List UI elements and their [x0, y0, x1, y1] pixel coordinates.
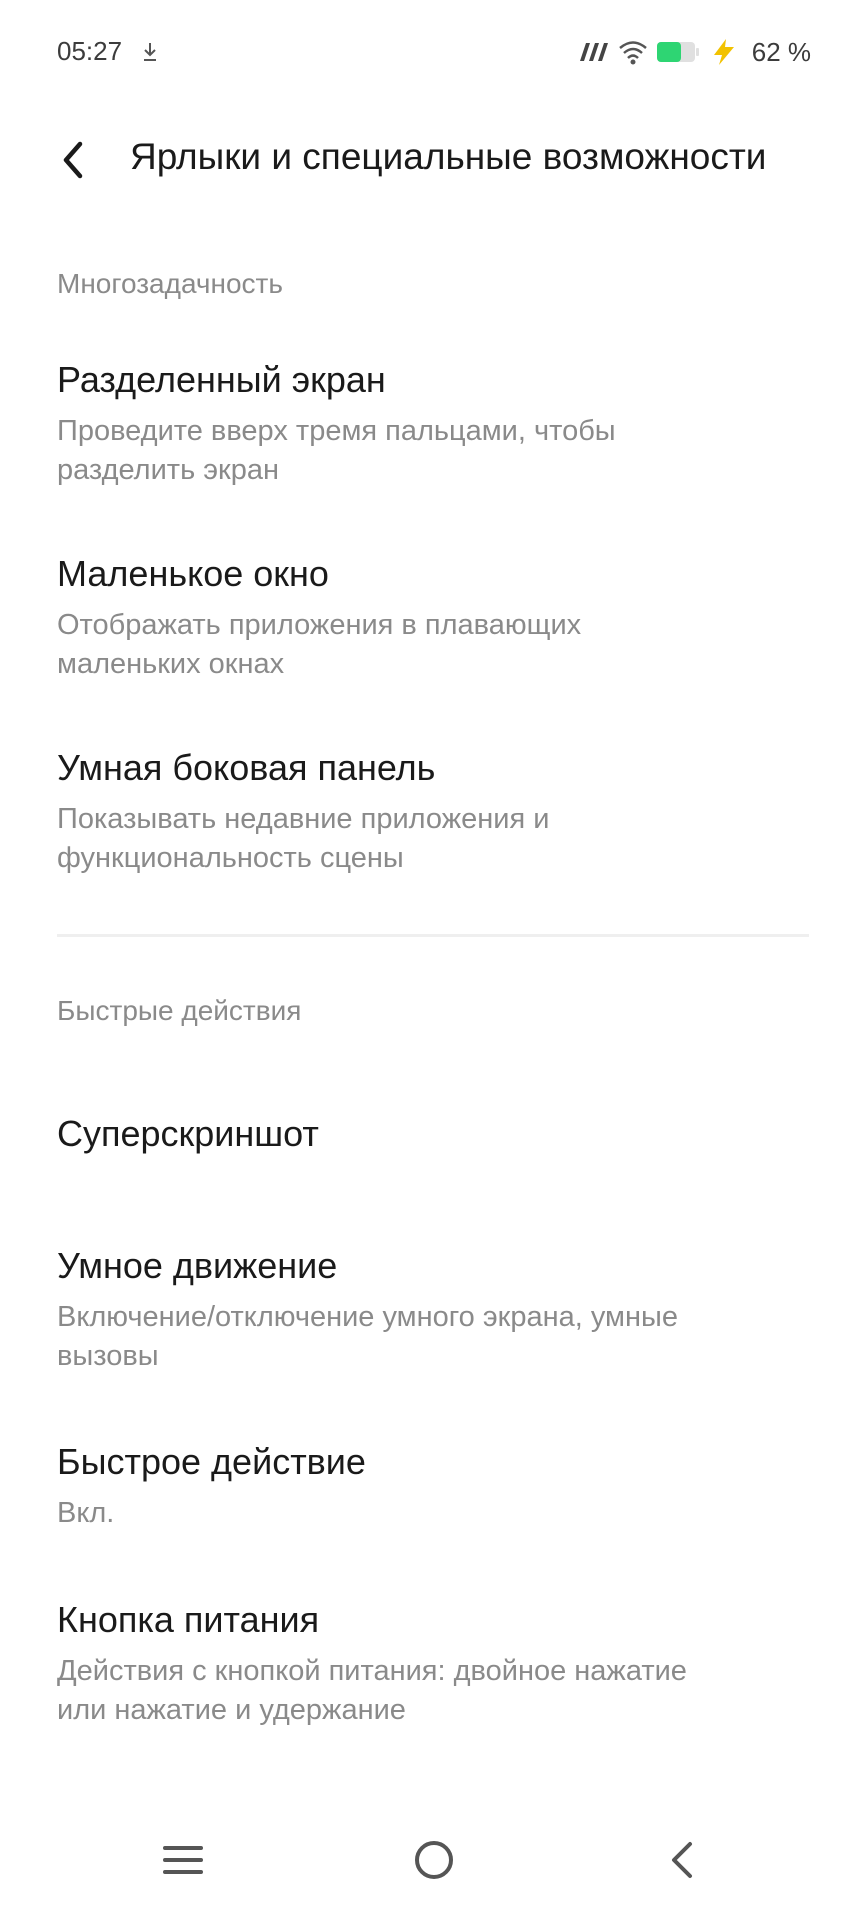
quick-action-item[interactable]: Быстрое действие Вкл. — [57, 1440, 817, 1533]
item-title: Разделенный экран — [57, 359, 386, 400]
status-time: 05:27 — [57, 36, 123, 66]
item-subtitle-line: Показывать недавние приложения и — [57, 803, 550, 835]
item-subtitle-line: Включение/отключение умного экрана, умны… — [57, 1301, 678, 1333]
item-subtitle: Включение/отключение умного экрана, умны… — [57, 1298, 817, 1376]
status-icons: 62 % — [576, 34, 811, 70]
home-button[interactable] — [394, 1820, 474, 1900]
item-subtitle-line: Действия с кнопкой питания: двойное нажа… — [57, 1655, 687, 1687]
item-subtitle: Показывать недавние приложения и функцио… — [57, 800, 817, 878]
item-subtitle-line: маленьких окнах — [57, 648, 285, 680]
battery-percentage: 62 % — [751, 36, 811, 67]
super-screenshot-item[interactable]: Суперскриншот — [57, 1112, 817, 1156]
item-title: Умная боковая панель — [57, 747, 436, 788]
item-subtitle-line: Отображать приложения в плавающих — [57, 609, 582, 641]
item-subtitle-line: вызовы — [57, 1340, 159, 1372]
chevron-left-icon — [63, 141, 83, 179]
nav-back-button[interactable] — [642, 1820, 722, 1900]
home-icon — [415, 1841, 453, 1879]
back-button[interactable] — [48, 132, 96, 188]
battery-icon — [656, 42, 699, 62]
item-subtitle: Вкл. — [57, 1494, 817, 1533]
settings-screen: 05:27 62 % Ярлыки и специальные возможно… — [0, 0, 867, 1920]
item-subtitle-line: Проведите вверх тремя пальцами, чтобы — [57, 415, 616, 447]
section-header-multitasking: Многозадачность — [57, 268, 283, 299]
item-title: Умное движение — [57, 1245, 338, 1286]
back-icon — [672, 1842, 692, 1878]
status-bar: 05:27 62 % — [0, 0, 867, 100]
section-header-quick-actions: Быстрые действия — [57, 995, 302, 1026]
power-button-item[interactable]: Кнопка питания Действия с кнопкой питани… — [57, 1598, 817, 1730]
item-subtitle: Проведите вверх тремя пальцами, чтобы ра… — [57, 412, 817, 490]
item-title: Суперскриншот — [57, 1113, 319, 1154]
wifi-icon — [618, 41, 647, 65]
item-subtitle-line: разделить экран — [57, 454, 280, 486]
item-subtitle-line: или нажатие и удержание — [57, 1694, 406, 1726]
charging-icon — [713, 39, 734, 65]
menu-icon — [163, 1846, 203, 1874]
download-icon — [144, 43, 156, 61]
item-title: Маленькое окно — [57, 553, 329, 594]
recent-apps-button[interactable] — [143, 1820, 223, 1900]
header: Ярлыки и специальные возможности — [0, 120, 867, 200]
item-subtitle: Действия с кнопкой питания: двойное нажа… — [57, 1652, 817, 1730]
item-subtitle-line: функциональность сцены — [57, 842, 404, 874]
item-title: Быстрое действие — [57, 1441, 366, 1482]
item-title: Кнопка питания — [57, 1599, 320, 1640]
section-divider — [57, 934, 809, 937]
carrier-icon — [579, 43, 608, 61]
navigation-bar — [0, 1800, 867, 1920]
smart-motion-item[interactable]: Умное движение Включение/отключение умно… — [57, 1244, 817, 1376]
smart-sidebar-item[interactable]: Умная боковая панель Показывать недавние… — [57, 746, 817, 878]
page-title: Ярлыки и специальные возможности — [130, 136, 767, 177]
item-subtitle-line: Вкл. — [57, 1497, 115, 1529]
split-screen-item[interactable]: Разделенный экран Проведите вверх тремя … — [57, 358, 817, 490]
item-subtitle: Отображать приложения в плавающих малень… — [57, 606, 817, 684]
small-window-item[interactable]: Маленькое окно Отображать приложения в п… — [57, 552, 817, 684]
